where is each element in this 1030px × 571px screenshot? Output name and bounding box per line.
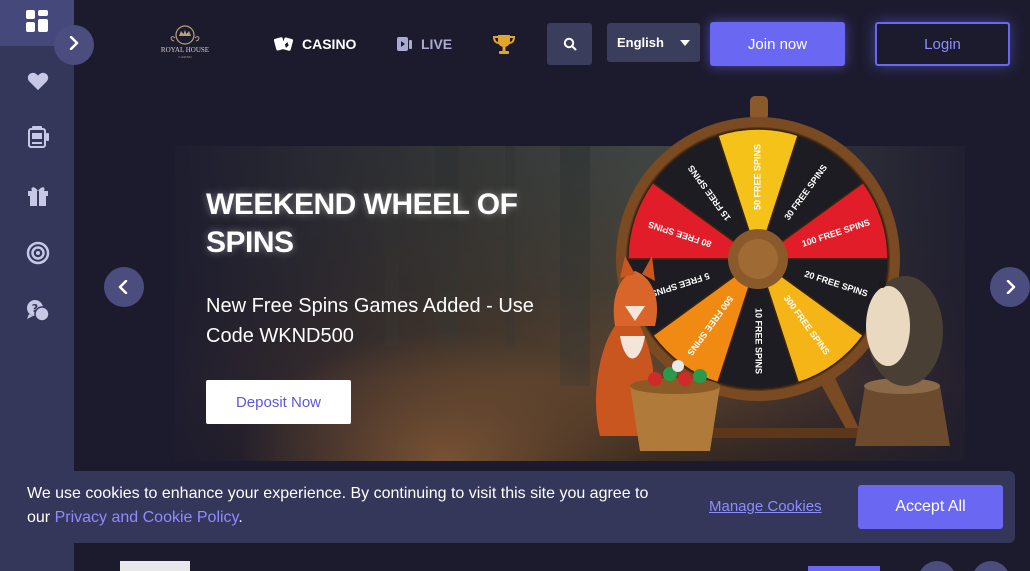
section-button-peek[interactable] [808,566,880,571]
sidebar-item-support[interactable]: ? [25,298,51,329]
heart-icon [27,71,49,96]
svg-text:?: ? [32,302,38,315]
carousel-next-button[interactable] [990,267,1030,307]
svg-text:ROYAL HOUSE: ROYAL HOUSE [161,46,209,54]
login-button[interactable]: Login [875,22,1010,66]
accept-all-button[interactable]: Accept All [858,485,1003,529]
nav-casino[interactable]: CASINO [274,34,356,54]
trophy-icon [493,35,515,54]
search-button[interactable] [547,23,592,65]
sidebar-item-promotions[interactable] [25,184,51,210]
chevron-left-icon [118,280,128,294]
logo[interactable]: ROYAL HOUSE CASINO [158,24,212,60]
nav-tournaments[interactable] [493,34,515,54]
section-next-button[interactable] [972,561,1010,571]
app-root: ? ROYAL HOUSE CASINO CASINO LIVE English… [0,0,1030,571]
nav-casino-label: CASINO [302,36,357,52]
join-now-button[interactable]: Join now [710,22,845,66]
help-chat-icon: ? [25,298,51,329]
privacy-policy-link[interactable]: Privacy and Cookie Policy [55,509,239,526]
section-prev-button[interactable] [918,561,956,571]
language-select[interactable]: English [607,23,700,62]
cookie-message: We use cookies to enhance your experienc… [27,485,649,526]
prize-wheel: 50 FREE SPINS 30 FREE SPINS100 FREE SPINS… [595,96,950,451]
slot-machine-icon [26,125,50,154]
prize-wheel-illustration: 50 FREE SPINS 30 FREE SPINS 100 FREE SPINS… [570,96,970,456]
sidebar-item-favorites[interactable] [25,70,51,96]
target-icon [26,241,50,270]
crown-logo-icon: ROYAL HOUSE CASINO [161,25,209,59]
nav-live-label: LIVE [421,36,453,52]
sidebar-item-slots[interactable] [25,125,51,154]
gift-icon [26,183,50,212]
chevron-right-icon [1006,280,1016,294]
banner-title: WEEKEND WHEEL OF SPINS [206,188,518,259]
search-icon [563,37,576,51]
banner-subtitle: New Free Spins Games Added - Use Code WK… [206,295,534,347]
section-title-peek [120,561,190,571]
chevron-right-icon [67,35,81,55]
caret-down-icon [680,39,690,46]
wheel-segment-label: 50 FREE SPINS [752,144,762,210]
sidebar-expand-button[interactable] [54,25,94,65]
language-value: English [617,35,664,50]
live-cards-icon [397,37,412,51]
nav-live[interactable]: LIVE [395,34,452,54]
deposit-now-button[interactable]: Deposit Now [206,380,351,424]
sidebar-item-tournaments[interactable] [25,241,51,270]
svg-text:CASINO: CASINO [178,55,192,59]
carousel-prev-button[interactable] [104,267,144,307]
dashboard-icon [25,9,49,38]
wheel-segment-label: 10 FREE SPINS [754,308,764,374]
manage-cookies-link[interactable]: Manage Cookies [709,498,822,515]
cards-icon [274,37,294,51]
